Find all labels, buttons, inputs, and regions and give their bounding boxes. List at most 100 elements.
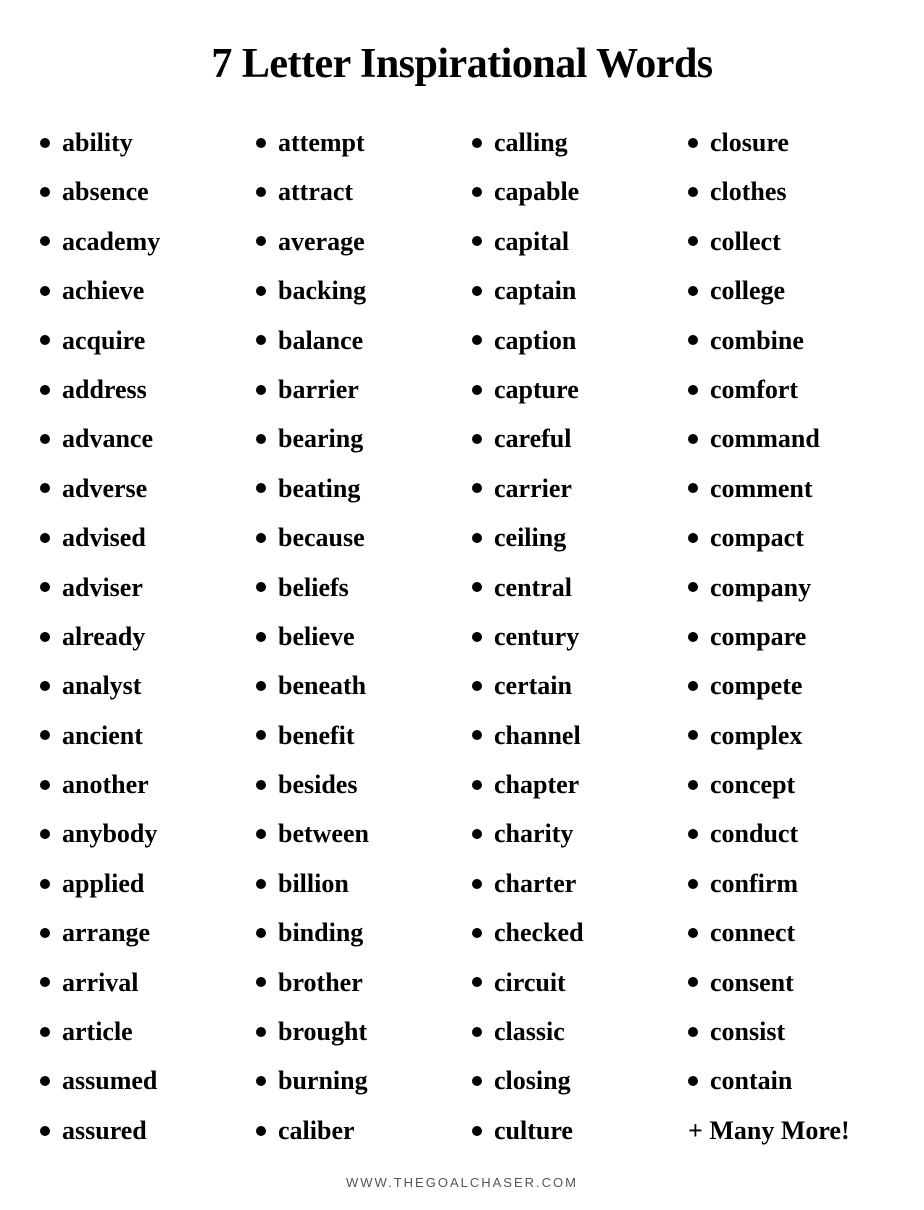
word-text: closing [494,1056,571,1105]
list-item: barrier [256,365,452,414]
word-text: advance [62,414,153,463]
bullet-icon [40,483,50,493]
list-item: beneath [256,661,452,710]
bullet-icon [688,780,698,790]
bullet-icon [256,829,266,839]
word-text: closure [710,118,789,167]
bullet-icon [472,1076,482,1086]
word-text: average [278,217,365,266]
list-item: clothes [688,167,884,216]
bullet-icon [688,1076,698,1086]
column-3: callingcapablecapitalcaptaincaptioncaptu… [462,118,678,1155]
word-text: confirm [710,859,798,908]
list-item: consent [688,958,884,1007]
bullet-icon [40,1126,50,1136]
list-item: connect [688,908,884,957]
bullet-icon [688,286,698,296]
bullet-icon [472,829,482,839]
word-text: article [62,1007,133,1056]
word-text: assumed [62,1056,157,1105]
word-text: brought [278,1007,367,1056]
list-item: assumed [40,1056,236,1105]
list-item: caliber [256,1106,452,1155]
bullet-icon [40,236,50,246]
word-text: analyst [62,661,141,710]
word-text: calling [494,118,568,167]
list-item: binding [256,908,452,957]
list-item: combine [688,316,884,365]
bullet-icon [472,1126,482,1136]
list-item: capable [472,167,668,216]
word-text: compact [710,513,804,562]
word-text: adverse [62,464,147,513]
bullet-icon [40,632,50,642]
list-item: attract [256,167,452,216]
list-item: arrival [40,958,236,1007]
word-text: because [278,513,365,562]
list-item: address [40,365,236,414]
word-text: benefit [278,711,355,760]
column-1: abilityabsenceacademyachieveacquireaddre… [30,118,246,1155]
list-item: culture [472,1106,668,1155]
column-2: attemptattractaveragebackingbalancebarri… [246,118,462,1155]
bullet-icon [688,335,698,345]
more-label: + Many More! [688,1106,884,1155]
list-item: contain [688,1056,884,1105]
list-item: ability [40,118,236,167]
word-text: compare [710,612,806,661]
bullet-icon [40,385,50,395]
bullet-icon [256,187,266,197]
bullet-icon [256,138,266,148]
list-item: captain [472,266,668,315]
bullet-icon [472,236,482,246]
word-text: believe [278,612,355,661]
word-text: consent [710,958,794,1007]
list-item: closure [688,118,884,167]
word-text: caption [494,316,576,365]
list-item: compare [688,612,884,661]
bullet-icon [256,434,266,444]
word-text: achieve [62,266,144,315]
bullet-icon [256,533,266,543]
list-item: century [472,612,668,661]
bullet-icon [472,681,482,691]
list-item: between [256,809,452,858]
list-item: adverse [40,464,236,513]
list-item: applied [40,859,236,908]
word-text: charter [494,859,576,908]
list-item: comfort [688,365,884,414]
list-item: brother [256,958,452,1007]
bullet-icon [688,681,698,691]
bullet-icon [472,582,482,592]
bullet-icon [256,582,266,592]
page-title: 7 Letter Inspirational Words [211,40,712,88]
word-text: conduct [710,809,798,858]
list-item: complex [688,711,884,760]
word-text: concept [710,760,795,809]
list-item: average [256,217,452,266]
word-text: checked [494,908,584,957]
list-item: because [256,513,452,562]
bullet-icon [472,385,482,395]
bullet-icon [256,780,266,790]
bullet-icon [688,483,698,493]
bullet-icon [256,1076,266,1086]
list-item: checked [472,908,668,957]
bullet-icon [688,632,698,642]
bullet-icon [688,730,698,740]
word-text: balance [278,316,363,365]
list-item: charity [472,809,668,858]
bullet-icon [256,632,266,642]
list-item: classic [472,1007,668,1056]
word-text: carrier [494,464,572,513]
list-item: bearing [256,414,452,463]
list-item: another [40,760,236,809]
list-item: closing [472,1056,668,1105]
word-text: comfort [710,365,798,414]
word-text: connect [710,908,795,957]
word-text: backing [278,266,366,315]
list-item: believe [256,612,452,661]
list-item: assured [40,1106,236,1155]
bullet-icon [40,681,50,691]
bullet-icon [40,533,50,543]
